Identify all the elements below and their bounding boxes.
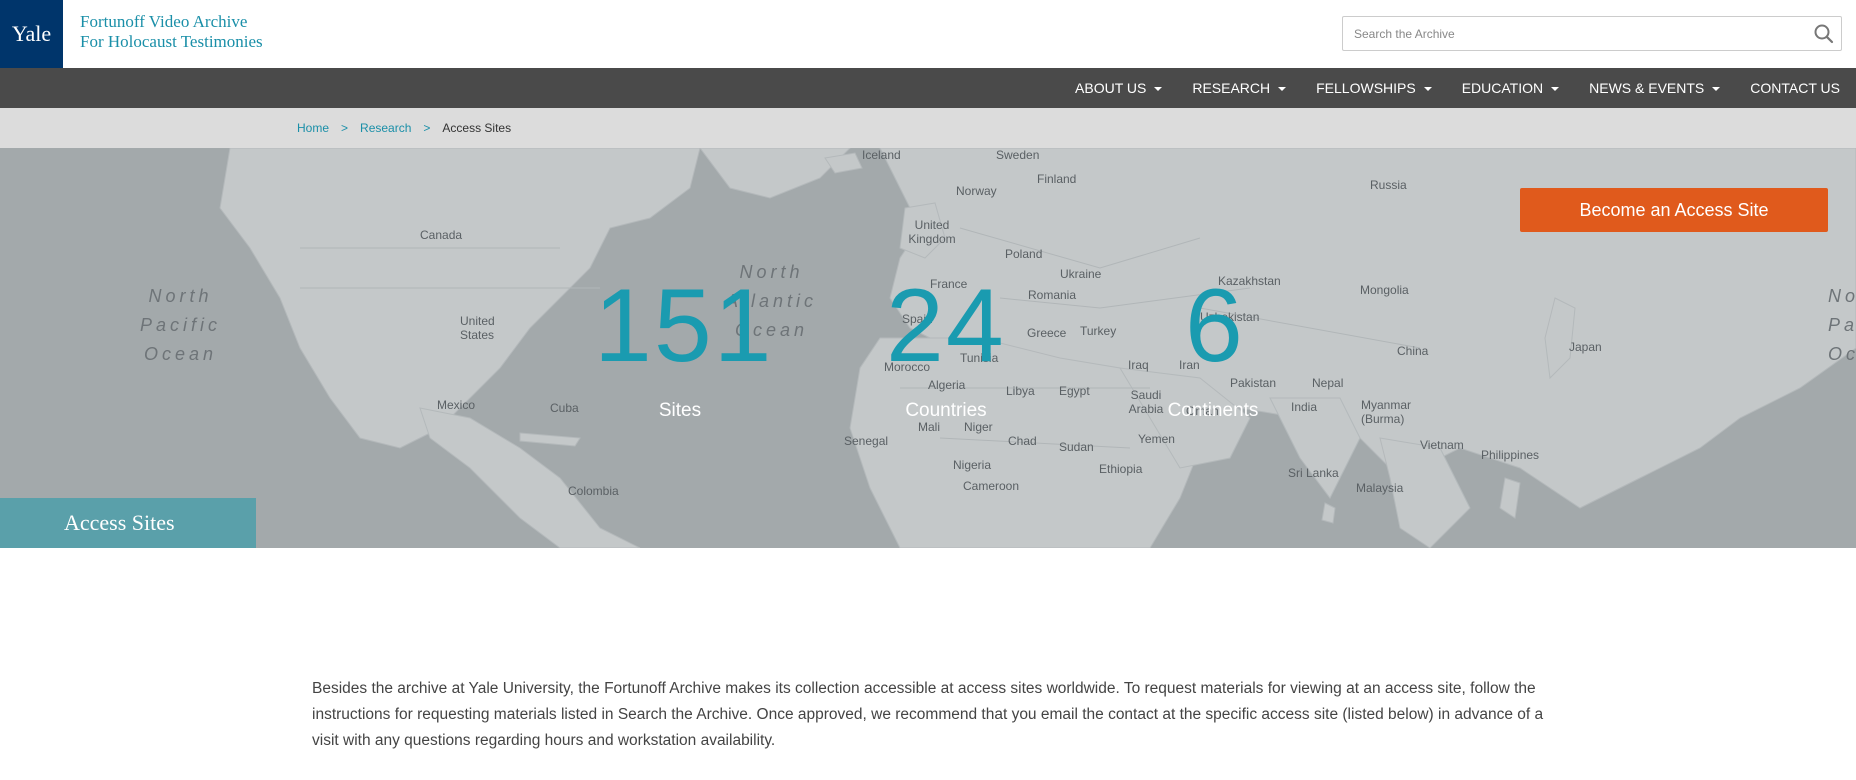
nav-item-fellowships[interactable]: FELLOWSHIPS	[1316, 80, 1432, 96]
stat-sites-value: 151	[594, 268, 774, 384]
map-label: Niger	[964, 420, 993, 434]
map-label: Sweden	[996, 148, 1040, 162]
become-access-site-button[interactable]: Become an Access Site	[1520, 188, 1828, 232]
map-label: Iceland	[862, 148, 901, 162]
ocean-label-line: North	[148, 286, 213, 306]
map-label: Mali	[918, 420, 941, 434]
intro-paragraph: Besides the archive at Yale University, …	[312, 680, 1544, 749]
nav-item-label: RESEARCH	[1192, 80, 1271, 96]
ocean-label-line: Pac	[1828, 315, 1856, 335]
main-nav: ABOUT US RESEARCH FELLOWSHIPS EDUCATION …	[0, 68, 1856, 108]
ocean-label-line: Ocean	[143, 344, 218, 364]
nav-item-research[interactable]: RESEARCH	[1192, 80, 1287, 96]
search-input[interactable]	[1343, 17, 1803, 50]
stat-sites-label: Sites	[658, 400, 702, 421]
page-title: Access Sites	[0, 498, 256, 548]
map-label: Senegal	[844, 434, 889, 448]
map-label: Colombia	[568, 484, 619, 498]
breadcrumb-research[interactable]: Research	[360, 121, 411, 135]
yale-logo[interactable]: Yale	[0, 0, 63, 68]
caret-down-icon	[1278, 86, 1287, 91]
map-label: Yemen	[1138, 432, 1175, 446]
map-label: Ethiopia	[1099, 462, 1143, 476]
map-label: Canada	[420, 228, 463, 242]
nav-item-label: EDUCATION	[1461, 80, 1544, 96]
map-label: Libya	[1006, 384, 1035, 398]
hero-map: Iceland Sweden Finland Norway Russia Can…	[0, 148, 1856, 548]
search-form	[1342, 16, 1842, 51]
map-label: Mongolia	[1360, 283, 1409, 297]
nav-item-label: ABOUT US	[1075, 80, 1147, 96]
map-label: Nepal	[1312, 376, 1344, 390]
ocean-label-line: Oc	[1828, 344, 1856, 364]
site-header: Yale Fortunoff Video Archive For Holocau…	[0, 0, 1856, 68]
nav-item-about-us[interactable]: ABOUT US	[1075, 80, 1163, 96]
nav-item-label: CONTACT US	[1750, 80, 1840, 96]
map-label: Russia	[1370, 178, 1407, 192]
map-label: Vietnam	[1420, 438, 1464, 452]
map-label: China	[1397, 344, 1429, 358]
caret-down-icon	[1154, 86, 1163, 91]
map-label: Chad	[1008, 434, 1037, 448]
map-label: United Kingdom	[908, 218, 956, 246]
map-label: Cuba	[550, 401, 579, 415]
stat-continents-label: Continents	[1167, 400, 1259, 421]
ocean-label-line: Pacific	[140, 315, 222, 335]
map-label: Turkey	[1080, 324, 1117, 338]
stat-countries-value: 24	[886, 268, 1006, 384]
map-label: Poland	[1005, 247, 1043, 261]
map-label: Greece	[1027, 326, 1067, 340]
breadcrumb: Home > Research > Access Sites	[0, 108, 1856, 148]
breadcrumb-separator: >	[341, 121, 349, 135]
caret-down-icon	[1551, 86, 1560, 91]
search-icon[interactable]	[1813, 23, 1835, 45]
map-label: India	[1291, 400, 1318, 414]
map-label: Philippines	[1481, 448, 1540, 462]
map-label: Nigeria	[953, 458, 992, 472]
map-label: Romania	[1028, 288, 1077, 302]
map-label: Iraq	[1128, 358, 1149, 372]
caret-down-icon	[1712, 86, 1721, 91]
map-label: United States	[460, 314, 495, 342]
nav-item-label: FELLOWSHIPS	[1316, 80, 1416, 96]
stat-countries-label: Countries	[905, 400, 987, 421]
map-label: Ukraine	[1060, 267, 1102, 281]
ocean-label-line: No	[1828, 286, 1856, 306]
map-label: Finland	[1037, 172, 1077, 186]
map-label: Japan	[1569, 340, 1602, 354]
caret-down-icon	[1423, 86, 1432, 91]
archive-name-line2: For Holocaust Testimonies	[80, 32, 263, 51]
map-label: Egypt	[1059, 384, 1090, 398]
nav-item-education[interactable]: EDUCATION	[1461, 80, 1560, 96]
breadcrumb-separator: >	[423, 121, 431, 135]
map-label: Mexico	[437, 398, 476, 412]
map-label: Norway	[956, 184, 997, 198]
map-label: Sudan	[1059, 440, 1094, 454]
breadcrumb-current: Access Sites	[442, 121, 512, 135]
map-label: Myanmar (Burma)	[1361, 398, 1412, 426]
archive-name-link[interactable]: Fortunoff Video Archive For Holocaust Te…	[80, 12, 263, 52]
map-label: Sri Lanka	[1288, 466, 1339, 480]
archive-name-line1: Fortunoff Video Archive	[80, 12, 248, 31]
nav-item-news-events[interactable]: NEWS & EVENTS	[1589, 80, 1721, 96]
breadcrumb-home[interactable]: Home	[297, 121, 329, 135]
nav-item-contact-us[interactable]: CONTACT US	[1750, 80, 1840, 96]
stat-continents-value: 6	[1185, 268, 1245, 384]
ocean-label-north-pacific: North Pacific Ocean	[140, 282, 221, 369]
nav-item-label: NEWS & EVENTS	[1589, 80, 1705, 96]
map-label: Cameroon	[963, 479, 1020, 493]
ocean-label-north-pacific-right: No Pac Oc	[1828, 282, 1856, 369]
map-label: Malaysia	[1356, 481, 1404, 495]
